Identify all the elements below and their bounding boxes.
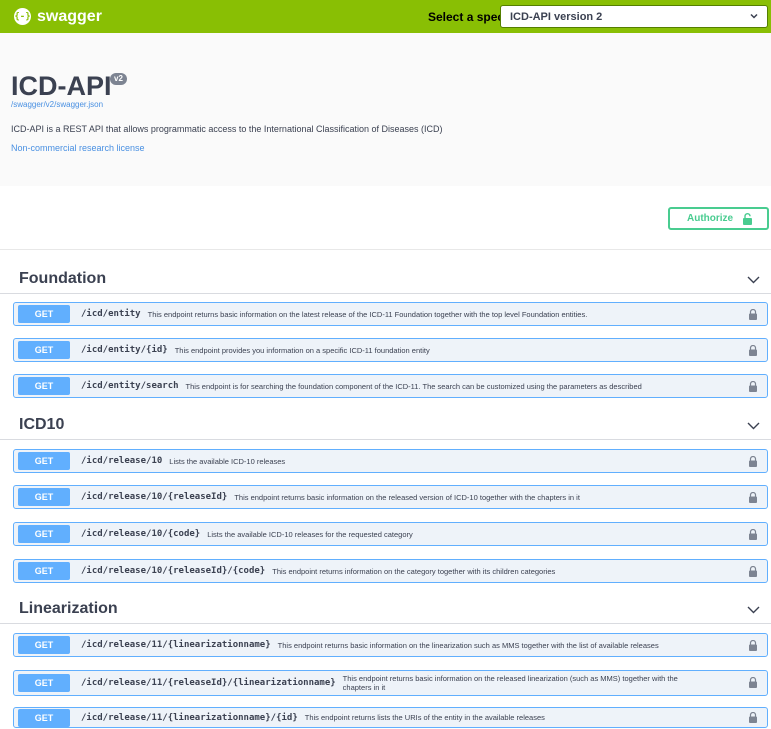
lock-icon[interactable]: [748, 345, 758, 356]
operation-path: /icd/release/10: [81, 456, 163, 466]
chevron-down-icon: [747, 276, 760, 284]
operation-row[interactable]: GET /icd/release/11/{releaseId}/{lineari…: [13, 670, 768, 696]
operation-row[interactable]: GET /icd/release/11/{linearizationname}/…: [13, 707, 768, 728]
spec-select[interactable]: ICD-API version 2: [500, 5, 768, 28]
authorize-button[interactable]: Authorize: [668, 207, 769, 230]
chevron-down-icon: [747, 422, 760, 430]
lock-icon[interactable]: [748, 640, 758, 651]
section-title: Linearization: [19, 600, 118, 617]
method-badge: GET: [18, 341, 70, 359]
select-spec-label: Select a spec: [428, 10, 505, 24]
method-badge: GET: [18, 525, 70, 543]
operation-path: /icd/release/11/{releaseId}/{linearizati…: [81, 678, 336, 688]
operation-row[interactable]: GET /icd/release/11/{linearizationname} …: [13, 633, 768, 657]
spec-select-value: ICD-API version 2: [510, 10, 603, 23]
operation-row[interactable]: GET /icd/entity/{id} This endpoint provi…: [13, 338, 768, 362]
operation-path: /icd/release/11/{linearizationname}/{id}: [81, 712, 298, 723]
method-badge: GET: [18, 674, 70, 692]
unlocked-icon: [743, 213, 752, 225]
lock-icon[interactable]: [748, 381, 758, 392]
operation-path: /icd/entity/search: [81, 381, 179, 391]
section-title: Foundation: [19, 270, 107, 287]
chevron-down-icon: [747, 606, 760, 614]
lock-icon[interactable]: [748, 309, 758, 320]
lock-icon[interactable]: [748, 712, 758, 723]
operation-summary: This endpoint returns basic information …: [147, 309, 588, 319]
operation-path: /icd/release/10/{code}: [81, 529, 201, 539]
lock-icon[interactable]: [748, 456, 758, 467]
operation-path: /icd/release/10/{releaseId}: [81, 492, 228, 502]
authorize-label: Authorize: [687, 213, 734, 224]
api-title: ICD-API: [11, 71, 112, 101]
operation-summary: This endpoint returns basic information …: [234, 492, 580, 502]
operation-row[interactable]: GET /icd/release/10/{code} Lists the ava…: [13, 522, 768, 546]
operation-row[interactable]: GET /icd/release/10 Lists the available …: [13, 449, 768, 473]
operation-row[interactable]: GET /icd/entity This endpoint returns ba…: [13, 302, 768, 326]
section-title: ICD10: [19, 416, 65, 433]
operation-path: /icd/release/10/{releaseId}/{code}: [81, 566, 266, 576]
section-linearization[interactable]: Linearization: [0, 594, 771, 624]
method-badge: GET: [18, 452, 70, 470]
method-badge: GET: [18, 377, 70, 395]
operation-summary: This endpoint is for searching the found…: [185, 381, 642, 391]
operation-row[interactable]: GET /icd/release/10/{releaseId} This end…: [13, 485, 768, 509]
section-icd10[interactable]: ICD10: [0, 410, 771, 440]
method-badge: GET: [18, 488, 70, 506]
lock-icon[interactable]: [748, 492, 758, 503]
operation-path: /icd/release/11/{linearizationname}: [81, 640, 271, 650]
method-badge: GET: [18, 708, 70, 727]
api-info: ICD-API v2 /swagger/v2/swagger.json ICD-…: [0, 33, 771, 186]
brand-name: swagger: [37, 7, 102, 25]
operation-row[interactable]: GET /icd/entity/search This endpoint is …: [13, 374, 768, 398]
operation-summary: This endpoint returns information on the…: [272, 566, 556, 576]
swagger-logo[interactable]: {-} swagger: [14, 8, 102, 26]
operation-summary: This endpoint returns basic information …: [342, 674, 678, 692]
version-badge: v2: [110, 73, 127, 85]
top-bar: {-} swagger Select a spec ICD-API versio…: [0, 0, 771, 33]
operation-summary: This endpoint provides you information o…: [174, 345, 430, 355]
method-badge: GET: [18, 636, 70, 654]
operation-summary: This endpoint returns lists the URIs of …: [304, 713, 545, 722]
divider: [0, 249, 771, 250]
swagger-logo-icon: {-}: [14, 8, 31, 25]
operation-summary: Lists the available ICD-10 releases for …: [207, 529, 413, 539]
lock-icon[interactable]: [748, 566, 758, 577]
section-foundation[interactable]: Foundation: [0, 264, 771, 294]
operation-row[interactable]: GET /icd/release/10/{releaseId}/{code} T…: [13, 559, 768, 583]
spec-url-link[interactable]: /swagger/v2/swagger.json: [11, 100, 103, 109]
operation-path: /icd/entity/{id}: [81, 345, 168, 355]
license-link[interactable]: Non-commercial research license: [11, 143, 145, 153]
chevron-down-icon: [750, 13, 758, 19]
operation-path: /icd/entity: [81, 309, 141, 319]
method-badge: GET: [18, 562, 70, 580]
api-description: ICD-API is a REST API that allows progra…: [11, 124, 443, 134]
operation-summary: Lists the available ICD-10 releases: [169, 456, 286, 466]
operation-summary: This endpoint returns basic information …: [277, 640, 659, 650]
lock-icon[interactable]: [748, 677, 758, 688]
method-badge: GET: [18, 305, 70, 323]
lock-icon[interactable]: [748, 529, 758, 540]
